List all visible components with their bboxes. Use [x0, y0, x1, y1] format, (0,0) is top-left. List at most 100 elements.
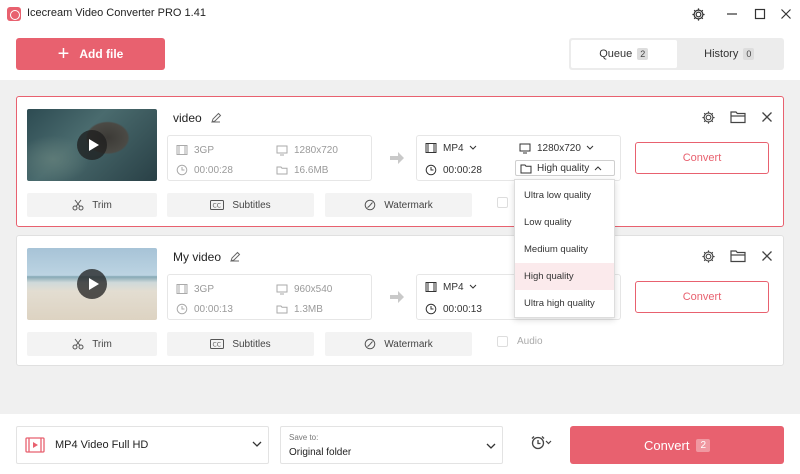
- output-duration: 00:00:13: [425, 303, 482, 315]
- clock-icon: [176, 303, 188, 315]
- film-preset-icon: [25, 437, 45, 453]
- tab-history-count: 0: [743, 48, 755, 60]
- screen-icon: [276, 283, 288, 295]
- file-name-text: video: [173, 111, 202, 125]
- source-format: 3GP: [176, 283, 214, 295]
- add-file-button[interactable]: + Add file: [16, 38, 165, 70]
- video-thumbnail[interactable]: [27, 109, 157, 181]
- watermark-icon: [364, 199, 376, 211]
- file-card[interactable]: My video 3GP 960x540 00:00:13 1.3MB MP4 …: [16, 235, 784, 366]
- quality-select[interactable]: High quality: [515, 160, 615, 176]
- remove-file-close-icon[interactable]: [759, 248, 775, 264]
- file-settings-gear-icon[interactable]: [700, 248, 716, 264]
- file-card[interactable]: video 3GP 1280x720 00:00:28 16.6MB MP4 1…: [16, 96, 784, 227]
- tab-history-label: History: [704, 48, 739, 60]
- output-resolution-select[interactable]: 1280x720: [519, 142, 594, 154]
- folder-icon: [276, 164, 288, 176]
- source-size: 1.3MB: [276, 303, 323, 315]
- source-size: 16.6MB: [276, 164, 328, 176]
- app-logo-icon: [7, 7, 21, 21]
- output-settings: MP4 1280x720 00:00:28 High quality: [416, 135, 621, 181]
- subtitles-button[interactable]: CC Subtitles: [167, 332, 314, 356]
- convert-button[interactable]: Convert: [635, 281, 769, 313]
- remove-file-close-icon[interactable]: [759, 109, 775, 125]
- tab-queue-label: Queue: [599, 48, 633, 60]
- file-name: video: [173, 111, 222, 125]
- chevron-down-icon: [486, 439, 496, 453]
- video-thumbnail[interactable]: [27, 248, 157, 320]
- add-file-label: Add file: [79, 47, 124, 61]
- preset-label: MP4 Video Full HD: [55, 439, 149, 451]
- watermark-icon: [364, 338, 376, 350]
- chevron-down-icon: [586, 143, 594, 154]
- convert-all-label: Convert: [643, 437, 690, 453]
- folder-icon: [276, 303, 288, 315]
- save-to-label: Save to:: [289, 433, 319, 442]
- clock-icon: [176, 164, 188, 176]
- chevron-up-icon: [594, 163, 602, 174]
- folder-icon: [520, 163, 532, 174]
- settings-gear-icon[interactable]: [689, 5, 707, 23]
- convert-all-button[interactable]: Convert 2: [570, 426, 784, 464]
- convert-all-count: 2: [696, 438, 711, 452]
- save-to-select[interactable]: Save to: Original folder: [280, 426, 503, 464]
- closed-captions-icon: CC: [210, 339, 225, 349]
- quality-option-high[interactable]: High quality: [515, 263, 614, 290]
- chevron-down-icon: [469, 282, 477, 293]
- quality-option-medium[interactable]: Medium quality: [515, 236, 614, 263]
- open-folder-icon[interactable]: [730, 248, 746, 264]
- subtitles-button[interactable]: CC Subtitles: [167, 193, 314, 217]
- svg-text:CC: CC: [213, 342, 221, 349]
- edit-name-pencil-icon[interactable]: [210, 112, 222, 124]
- tab-history[interactable]: History 0: [677, 40, 783, 68]
- tab-queue[interactable]: Queue 2: [571, 40, 677, 68]
- svg-text:CC: CC: [213, 203, 221, 210]
- film-icon: [176, 144, 188, 156]
- watermark-button[interactable]: Watermark: [325, 332, 472, 356]
- play-icon[interactable]: [77, 130, 107, 160]
- close-window-icon[interactable]: [777, 5, 795, 23]
- output-preset-select[interactable]: MP4 Video Full HD: [16, 426, 269, 464]
- source-duration: 00:00:28: [176, 164, 233, 176]
- source-format: 3GP: [176, 144, 214, 156]
- watermark-button[interactable]: Watermark: [325, 193, 472, 217]
- source-info: 3GP 1280x720 00:00:28 16.6MB: [167, 135, 372, 181]
- audio-checkbox-box[interactable]: [497, 336, 508, 347]
- trim-button[interactable]: Trim: [27, 193, 157, 217]
- play-icon[interactable]: [77, 269, 107, 299]
- quality-dropdown-menu: Ultra low quality Low quality Medium qua…: [514, 179, 615, 318]
- audio-checkbox[interactable]: Audio: [497, 336, 543, 347]
- clock-icon: [425, 303, 437, 315]
- file-settings-gear-icon[interactable]: [700, 109, 716, 125]
- trim-button[interactable]: Trim: [27, 332, 157, 356]
- schedule-timer-icon[interactable]: [530, 434, 552, 450]
- quality-option-ultra-high[interactable]: Ultra high quality: [515, 290, 614, 317]
- title-bar: Icecream Video Converter PRO 1.41: [0, 0, 800, 28]
- open-folder-icon[interactable]: [730, 109, 746, 125]
- output-format-select[interactable]: MP4: [425, 142, 477, 154]
- screen-icon: [276, 144, 288, 156]
- source-duration: 00:00:13: [176, 303, 233, 315]
- quality-option-ultra-low[interactable]: Ultra low quality: [515, 182, 614, 209]
- source-resolution: 960x540: [276, 283, 332, 295]
- file-name: My video: [173, 250, 241, 264]
- file-name-text: My video: [173, 250, 222, 264]
- audio-label: Audio: [517, 336, 543, 347]
- chevron-down-icon: [252, 439, 262, 451]
- maximize-icon[interactable]: [751, 5, 769, 23]
- plus-icon: +: [57, 43, 70, 65]
- output-format-select[interactable]: MP4: [425, 281, 477, 293]
- screen-icon: [519, 142, 531, 154]
- audio-checkbox-box[interactable]: [497, 197, 508, 208]
- minimize-icon[interactable]: [723, 5, 741, 23]
- toolbar: + Add file Queue 2 History 0: [0, 28, 800, 80]
- arrow-right-icon: [389, 151, 405, 168]
- source-info: 3GP 960x540 00:00:13 1.3MB: [167, 274, 372, 320]
- chevron-down-icon: [469, 143, 477, 154]
- scissors-icon: [72, 338, 84, 350]
- quality-option-low[interactable]: Low quality: [515, 209, 614, 236]
- convert-button[interactable]: Convert: [635, 142, 769, 174]
- bottom-bar: MP4 Video Full HD Save to: Original fold…: [0, 414, 800, 474]
- edit-name-pencil-icon[interactable]: [229, 251, 241, 263]
- view-tabs: Queue 2 History 0: [569, 38, 784, 70]
